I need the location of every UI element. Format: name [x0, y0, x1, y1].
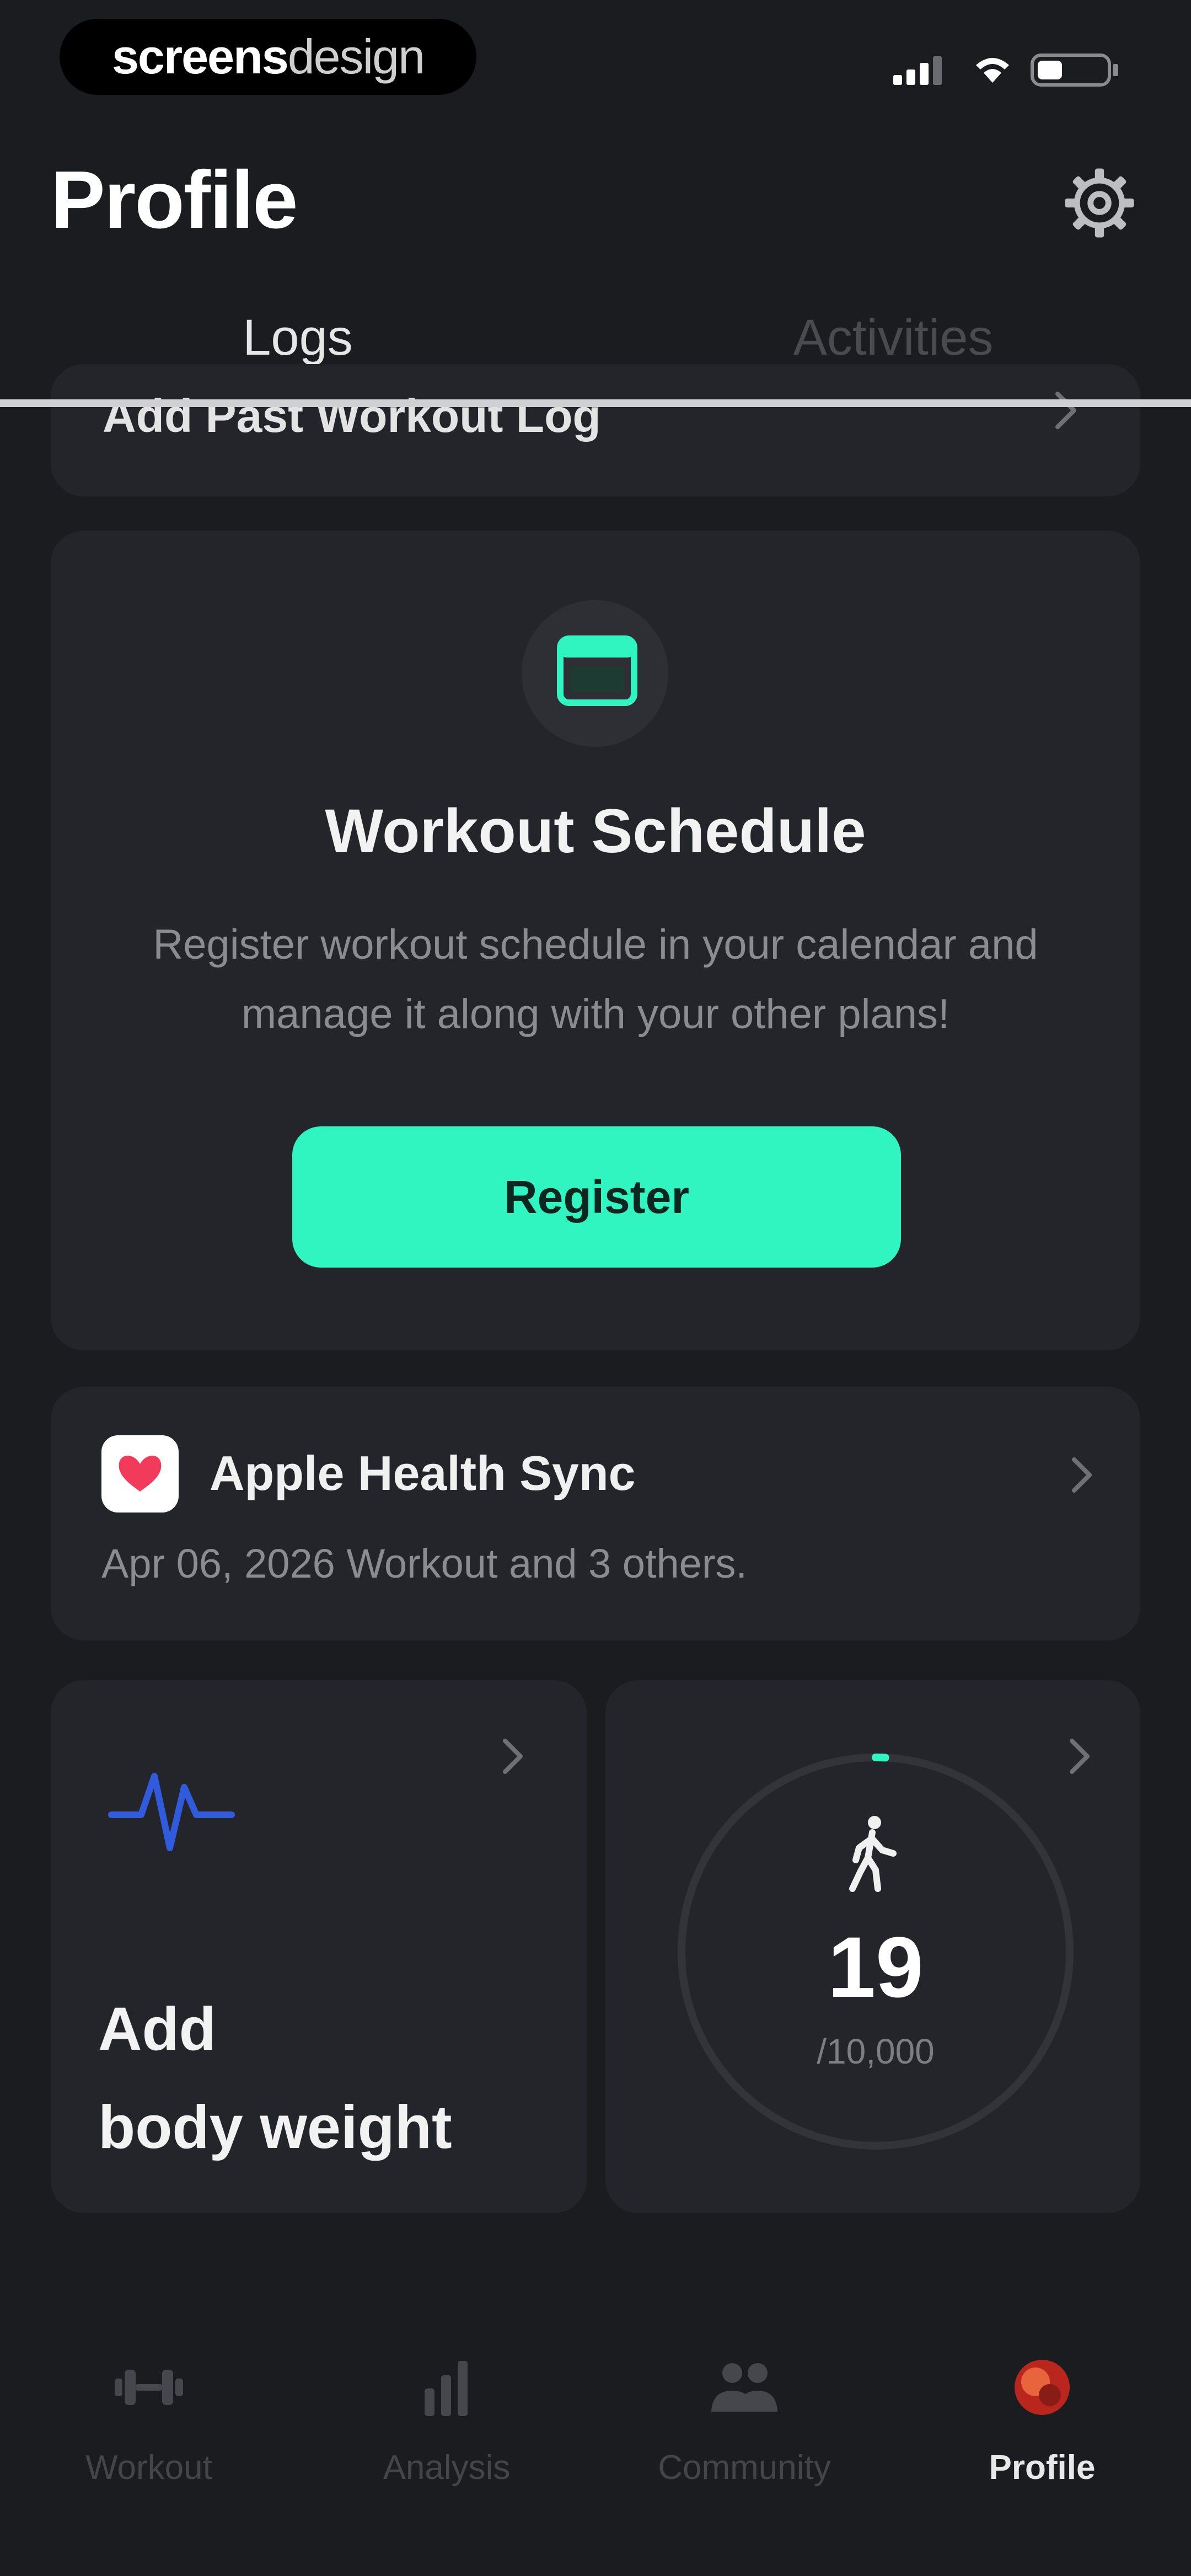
calendar-icon: [557, 635, 637, 706]
chevron-right-icon: [503, 1739, 523, 1774]
signal-icon: [893, 56, 942, 85]
people-icon: [711, 2363, 777, 2412]
health-sync-title: Apple Health Sync: [210, 1446, 636, 1500]
heart-icon: [101, 1435, 179, 1513]
battery-icon: [1031, 54, 1118, 87]
register-button[interactable]: Register: [292, 1126, 901, 1268]
apple-health-sync-card[interactable]: [51, 1387, 1140, 1640]
steps-goal: /10,000: [817, 2032, 935, 2071]
gear-icon[interactable]: [1062, 165, 1137, 241]
add-body-weight-line2: body weight: [98, 2093, 452, 2161]
nav-label: Workout: [85, 2449, 212, 2487]
brand-badge: screens design: [60, 19, 476, 95]
schedule-description: Register workout schedule in your calend…: [153, 921, 1038, 1038]
nav-label: Community: [658, 2449, 831, 2487]
dumbbell-icon: [115, 2370, 183, 2405]
chevron-right-icon: [1072, 1457, 1092, 1493]
nav-analysis[interactable]: Analysis: [298, 2354, 596, 2498]
tab-logs[interactable]: Logs: [0, 309, 596, 367]
nav-community[interactable]: Community: [596, 2354, 893, 2498]
nav-label: Analysis: [383, 2449, 511, 2487]
brand-bold-text: screens: [111, 29, 289, 84]
tab-underline: [0, 399, 1191, 407]
pulse-icon: [108, 1773, 235, 1851]
steps-count: 19: [828, 1920, 924, 2016]
nav-workout[interactable]: Workout: [0, 2354, 298, 2498]
add-body-weight-line1: Add: [98, 1995, 216, 2063]
nav-profile[interactable]: Profile: [893, 2354, 1191, 2498]
status-icons: [893, 54, 1118, 87]
health-sync-subtitle: Apr 06, 2026 Workout and 3 others.: [101, 1541, 748, 1586]
chevron-right-icon: [1055, 392, 1076, 429]
chevron-right-icon: [1070, 1739, 1090, 1774]
add-past-workout-label: Add Past Workout Log: [103, 390, 601, 442]
page-title: Profile: [51, 154, 298, 245]
schedule-title: Workout Schedule: [325, 797, 866, 865]
walking-icon: [849, 1816, 897, 1892]
brand-light-text: design: [287, 29, 425, 84]
bar-chart-icon: [425, 2361, 468, 2416]
tab-activities[interactable]: Activities: [596, 309, 1191, 367]
wifi-icon: [976, 58, 1009, 83]
nav-label: Profile: [989, 2449, 1096, 2487]
add-body-weight-label: Add body weight: [98, 1980, 452, 2177]
avatar-icon: [1015, 2360, 1070, 2415]
